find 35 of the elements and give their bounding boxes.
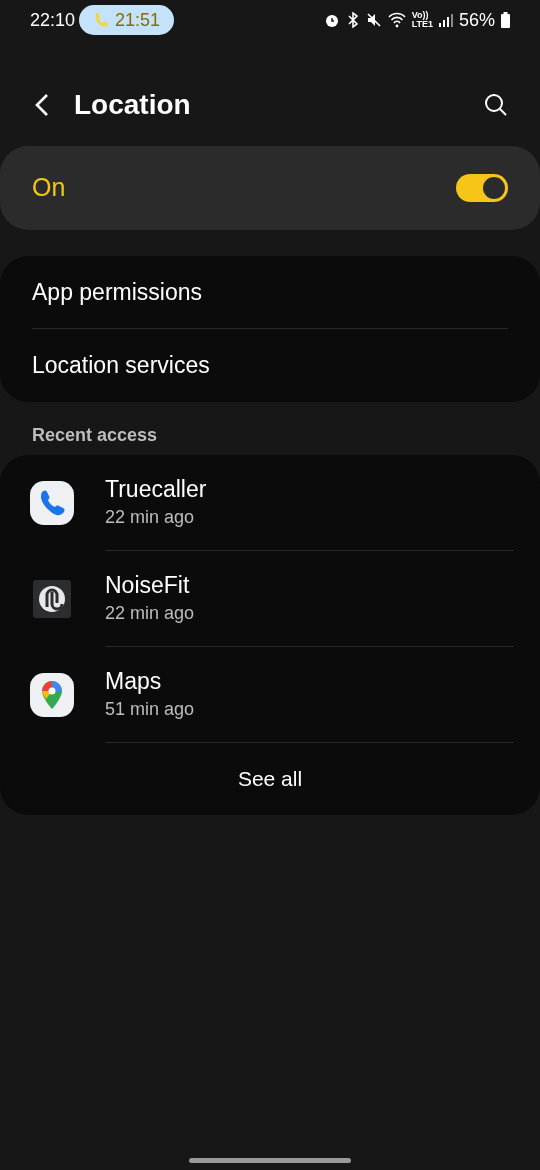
- back-icon: [34, 93, 50, 117]
- alarm-icon: [323, 12, 340, 28]
- toggle-switch[interactable]: [456, 174, 508, 202]
- master-switch-card[interactable]: On: [0, 146, 540, 230]
- app-name: Maps: [105, 667, 163, 696]
- wifi-icon: [387, 12, 406, 28]
- signal-icon: [438, 13, 453, 27]
- app-name: Truecaller: [105, 475, 208, 504]
- menu-item[interactable]: Location services: [32, 329, 508, 402]
- access-time: 51 min ago: [105, 698, 196, 721]
- map-pin-icon: [28, 672, 75, 718]
- app-row[interactable]: Truecaller 22 min ago: [0, 455, 540, 551]
- see-all-button[interactable]: See all: [0, 743, 540, 815]
- app-name: NoiseFit: [105, 571, 191, 600]
- call-chip[interactable]: 21:51: [79, 5, 175, 35]
- switch-label: On: [32, 172, 66, 204]
- menu-item[interactable]: App permissions: [32, 256, 508, 329]
- access-time: 22 min ago: [105, 506, 196, 529]
- battery-icon: [501, 12, 510, 28]
- mute-icon: [365, 12, 382, 28]
- section-heading: Recent access: [31, 424, 159, 447]
- clock: 22:10: [30, 8, 76, 32]
- lte-label: LTE1: [411, 20, 433, 29]
- app-row[interactable]: Maps 51 min ago: [0, 647, 540, 743]
- access-time: 22 min ago: [105, 602, 196, 625]
- page-title: Location: [74, 88, 191, 122]
- call-duration: 21:51: [115, 8, 161, 32]
- app-row[interactable]: NoiseFit 22 min ago: [0, 551, 540, 647]
- bluetooth-icon: [345, 12, 360, 28]
- phone-icon: [93, 12, 110, 28]
- search-button[interactable]: [484, 93, 508, 117]
- search-icon: [484, 93, 508, 117]
- phone-icon: [28, 480, 75, 526]
- battery-percent: 56%: [458, 8, 495, 32]
- volte-label: Vo)): [411, 11, 429, 20]
